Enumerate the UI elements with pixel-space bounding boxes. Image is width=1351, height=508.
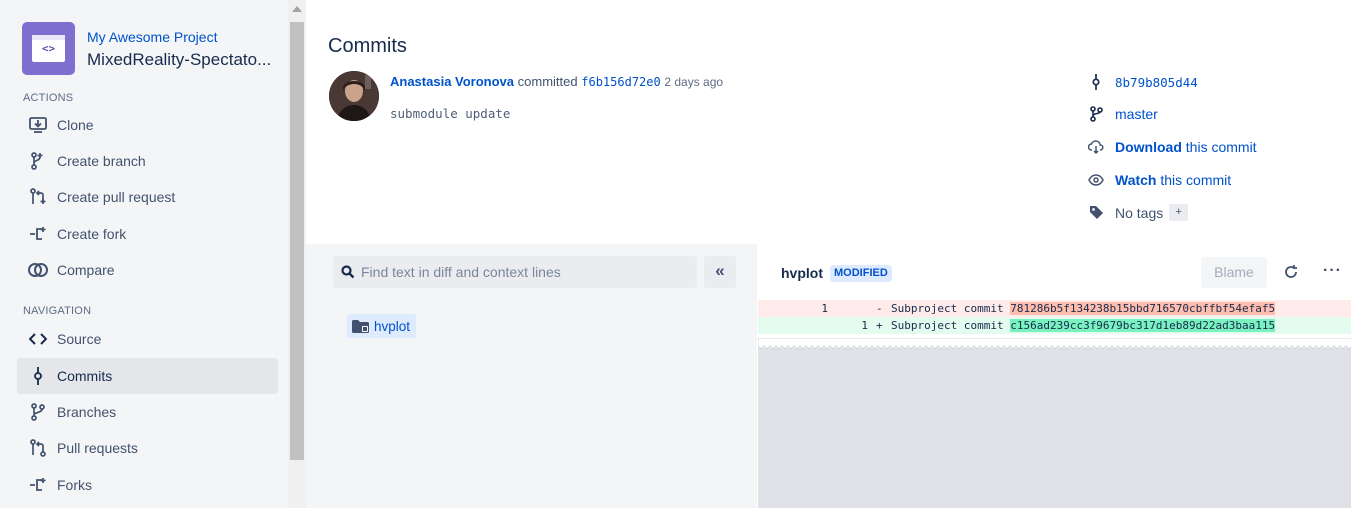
forks-icon: [23, 477, 53, 493]
sidebar-item-label: Create fork: [57, 226, 127, 242]
commit-tags: No tags +: [1088, 204, 1189, 221]
page-title: Commits: [328, 35, 407, 57]
branch-icon: [1088, 106, 1104, 122]
compare-icon: [23, 262, 53, 278]
tags-text: No tags: [1115, 204, 1164, 221]
sidebar-item-label: Create pull request: [57, 189, 176, 205]
download-cloud-icon: [1088, 140, 1104, 154]
sidebar-item-branches[interactable]: Branches: [17, 394, 278, 430]
project-link[interactable]: My Awesome Project: [87, 29, 217, 45]
diff-code: Subproject commit 781286b5f134238b15bbd7…: [891, 300, 1276, 317]
status-badge: MODIFIED: [830, 265, 892, 282]
download-suffix[interactable]: this commit: [1186, 139, 1257, 155]
watch-suffix[interactable]: this commit: [1160, 172, 1231, 188]
diff-sign: +: [876, 319, 883, 332]
changed-hash: 781286b5f134238b15bbd716570cbffbf54efaf5: [1010, 302, 1276, 315]
sidebar: <> My Awesome Project MixedReality-Spect…: [0, 0, 288, 508]
diff-end-edge: [758, 338, 1351, 350]
code-text: Subproject commit: [891, 302, 1011, 315]
file-name: hvplot: [374, 318, 411, 334]
commit-summary: Anastasia Voronova committed f6b156d72e0…: [390, 74, 723, 89]
sidebar-item-source[interactable]: Source: [17, 321, 278, 357]
commit-message: submodule update: [390, 106, 511, 121]
commit-time: 2 days ago: [664, 75, 724, 89]
create-pull-request-icon: [23, 188, 53, 206]
scroll-up-arrow-icon[interactable]: [292, 6, 302, 12]
search-placeholder: Find text in diff and context lines: [361, 264, 561, 280]
more-actions-button[interactable]: ···: [1323, 262, 1342, 280]
tag-icon: [1088, 205, 1104, 220]
clone-icon: [23, 117, 53, 133]
download-label[interactable]: Download: [1115, 139, 1182, 155]
commit-icon: [1088, 74, 1104, 90]
app-root: <> My Awesome Project MixedReality-Spect…: [0, 0, 1351, 508]
sidebar-item-label: Create branch: [57, 153, 146, 169]
sidebar-item-compare[interactable]: Compare: [17, 252, 278, 288]
diff-line-removed: 1 - Subproject commit 781286b5f134238b15…: [758, 300, 1351, 317]
sidebar-item-label: Clone: [57, 117, 94, 133]
diff-file-name: hvplot: [781, 265, 823, 281]
sidebar-item-create-pull-request[interactable]: Create pull request: [17, 179, 278, 215]
collapse-file-tree-button[interactable]: «: [704, 256, 736, 288]
watch-label[interactable]: Watch: [1115, 172, 1156, 188]
pull-requests-icon: [23, 439, 53, 457]
watch-commit[interactable]: Watch this commit: [1088, 172, 1231, 188]
folder-code-icon: <>: [32, 35, 65, 62]
actions-heading: ACTIONS: [23, 92, 74, 104]
sidebar-item-label: Source: [57, 331, 102, 347]
author-avatar[interactable]: [329, 71, 379, 121]
old-line-number[interactable]: 1: [758, 300, 828, 317]
diff-search-input[interactable]: Find text in diff and context lines: [333, 256, 697, 288]
search-icon: [341, 265, 355, 279]
repository-name[interactable]: MixedReality-Spectato...: [87, 50, 282, 70]
sidebar-item-label: Pull requests: [57, 440, 138, 456]
sidebar-scrollbar[interactable]: [288, 0, 306, 508]
sidebar-item-commits[interactable]: Commits: [17, 358, 278, 394]
new-line-number[interactable]: 1: [828, 317, 868, 334]
source-icon: [23, 332, 53, 346]
sidebar-item-label: Commits: [57, 368, 113, 384]
diff-code: Subproject commit c156ad239cc3f9679bc317…: [891, 317, 1276, 334]
branch-link[interactable]: master: [1115, 106, 1158, 122]
sidebar-item-forks[interactable]: Forks: [17, 467, 278, 503]
blame-button[interactable]: Blame: [1201, 257, 1267, 288]
submodule-folder-icon: [352, 319, 369, 333]
commit-action-text: committed: [517, 74, 578, 89]
sidebar-item-label: Forks: [57, 477, 92, 493]
changed-hash: c156ad239cc3f9679bc317d1eb89d22ad3baa115: [1010, 319, 1276, 332]
download-commit[interactable]: Download this commit: [1088, 139, 1257, 155]
scrollbar-thumb[interactable]: [290, 22, 304, 460]
parent-hash-link[interactable]: 8b79b805d44: [1115, 75, 1198, 90]
code-text: Subproject commit: [891, 319, 1011, 332]
eye-icon: [1088, 174, 1104, 186]
commits-icon: [23, 367, 53, 385]
sidebar-item-clone[interactable]: Clone: [17, 107, 278, 143]
create-branch-icon: [23, 152, 53, 170]
project-avatar[interactable]: <>: [22, 22, 75, 75]
diff-line-added: 1 + Subproject commit c156ad239cc3f9679b…: [758, 317, 1351, 334]
navigation-heading: NAVIGATION: [23, 305, 92, 317]
author-link[interactable]: Anastasia Voronova: [390, 74, 514, 89]
sidebar-item-pull-requests[interactable]: Pull requests: [17, 430, 278, 466]
sidebar-item-create-fork[interactable]: Create fork: [17, 216, 278, 252]
branches-icon: [23, 403, 53, 421]
add-tag-button[interactable]: +: [1169, 204, 1189, 221]
commit-branch: master: [1088, 106, 1158, 122]
refresh-icon[interactable]: [1283, 264, 1299, 285]
sidebar-item-label: Branches: [57, 404, 117, 420]
sidebar-item-create-branch[interactable]: Create branch: [17, 143, 278, 179]
file-tree-item[interactable]: hvplot: [347, 314, 417, 338]
diff-sign: -: [876, 302, 883, 315]
commit-hash-link[interactable]: f6b156d72e0: [581, 75, 660, 89]
parent-commit: 8b79b805d44: [1088, 74, 1198, 90]
create-fork-icon: [23, 226, 53, 242]
sidebar-item-label: Compare: [57, 262, 115, 278]
